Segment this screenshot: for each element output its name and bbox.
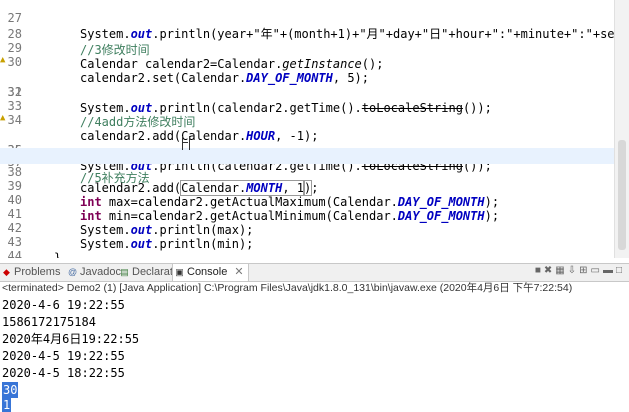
code-text: }: [54, 251, 62, 258]
text-cursor-icon: [182, 136, 190, 150]
code-editor[interactable]: 27 System.out.println(year+"年"+(month+1)…: [0, 0, 629, 258]
tab-label: Problems: [14, 266, 61, 278]
bottom-view-tabs: ◆ Problems @ Javadoc ▤ Declaration ▣ Con…: [0, 263, 629, 282]
stop-icon[interactable]: ■: [535, 265, 544, 276]
maximize-icon[interactable]: □: [616, 265, 625, 276]
clear-console-icon[interactable]: ▦: [555, 265, 567, 276]
display-console-icon[interactable]: ▭: [591, 265, 603, 276]
console-line-selected: 1: [2, 398, 12, 412]
code-line[interactable]: ▲ 31 System.out.println(calendar2.getTim…: [0, 52, 615, 115]
line-number: 44: [7, 249, 22, 258]
declaration-icon: ▤: [120, 267, 129, 277]
tab-javadoc[interactable]: @ Javadoc: [66, 264, 121, 281]
problems-icon: ◆: [3, 267, 10, 277]
scrollbar-thumb[interactable]: [618, 140, 626, 250]
warning-marker-icon[interactable]: ▲: [0, 112, 5, 124]
remove-launch-icon[interactable]: ✖: [544, 265, 555, 276]
console-line: 1586172175184: [2, 315, 96, 329]
minimize-icon[interactable]: ▬: [603, 265, 616, 276]
tab-problems[interactable]: ◆ Problems: [0, 264, 60, 281]
editor-scrollbar[interactable]: [614, 0, 629, 258]
console-line: 2020-4-5 18:22:55: [2, 366, 125, 380]
console-icon: ▣: [175, 267, 184, 277]
close-icon[interactable]: ✕: [234, 266, 243, 278]
console-output[interactable]: 2020-4-6 19:22:55 1586172175184 2020年4月6…: [0, 297, 629, 412]
tab-console[interactable]: ▣ Console ✕: [172, 264, 249, 281]
javadoc-icon: @: [68, 267, 78, 277]
scroll-lock-icon[interactable]: ⇩: [568, 265, 579, 276]
code-line[interactable]: 27 System.out.println(year+"年"+(month+1)…: [0, 0, 629, 41]
console-line: 2020年4月6日19:22:55: [2, 332, 140, 346]
tab-label: Console: [187, 266, 228, 278]
console-line: 2020-4-5 19:22:55: [2, 349, 125, 363]
code-line[interactable]: 44 }: [0, 232, 615, 258]
console-line: 2020-4-6 19:22:55: [2, 298, 125, 312]
warning-marker-icon[interactable]: ▲: [0, 54, 5, 66]
console-launch-description: <terminated> Demo2 (1) [Java Application…: [2, 282, 573, 294]
pin-console-icon[interactable]: ⊞: [579, 265, 590, 276]
console-toolbar: ■✖▦⇩⊞▭▬□: [535, 265, 625, 279]
code-line[interactable]: ▲ 35 System.out.println(calendar2.getTim…: [0, 110, 615, 173]
tab-label: Javadoc: [80, 266, 121, 278]
console-line-selected: 30: [2, 382, 19, 398]
